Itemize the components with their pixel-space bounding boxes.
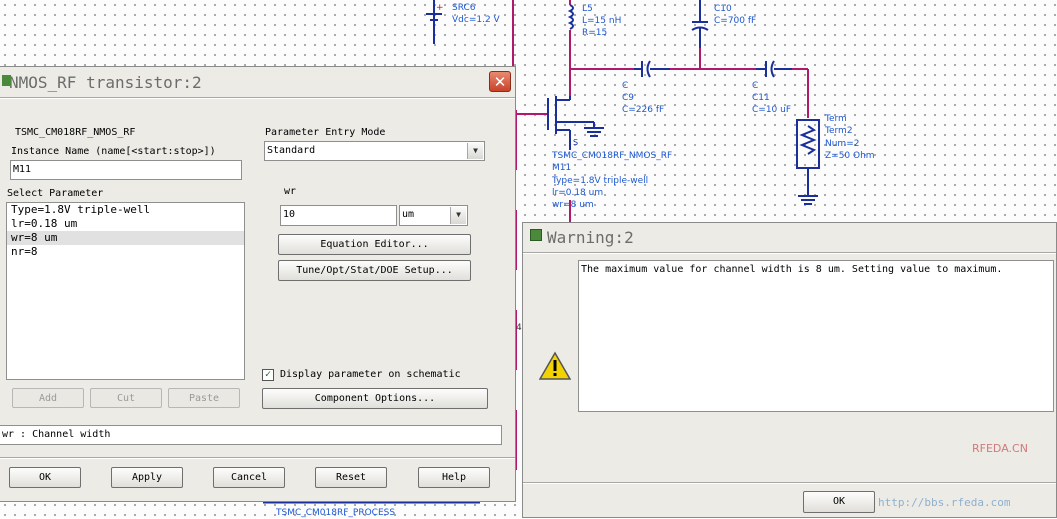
parameter-item-wr[interactable]: wr=8 um <box>7 231 244 245</box>
watermark-brand: RFEDA.CN <box>972 442 1028 455</box>
instance-name-label: Instance Name (name[<start:stop>]) <box>11 146 216 157</box>
src6-name: SRC6 <box>452 3 476 13</box>
parameter-dialog[interactable]: NMOS_RF transistor:2 ✕ TSMC_CM018RF_NMOS… <box>0 66 516 502</box>
transistor-type: Type=1.8V triple-well <box>552 176 649 186</box>
close-icon[interactable]: ✕ <box>489 71 511 92</box>
chevron-down-icon[interactable]: ▼ <box>450 207 466 224</box>
l5-inductance: L=15 nH <box>582 16 622 26</box>
c10-name: C10 <box>714 4 732 14</box>
warning-dialog-title: Warning:2 <box>547 228 634 247</box>
parameter-dialog-titlebar[interactable]: NMOS_RF transistor:2 ✕ <box>0 67 515 97</box>
cut-button[interactable]: Cut <box>90 388 162 408</box>
entry-mode-select[interactable]: Standard ▼ <box>264 141 485 161</box>
transistor-lr: lr=0.18 um <box>552 188 604 198</box>
transistor-wr: wr=8 um <box>552 200 594 210</box>
warning-icon <box>539 351 571 380</box>
add-button[interactable]: Add <box>12 388 84 408</box>
param-value-input[interactable]: 10 <box>280 205 397 226</box>
parameter-item-lr[interactable]: lr=0.18 um <box>7 217 244 231</box>
app-icon <box>530 229 542 241</box>
c9-name: C9 <box>622 93 635 103</box>
entry-mode-label: Parameter Entry Mode <box>265 127 386 138</box>
transistor-name: M11 <box>552 163 572 173</box>
term2-num: Num=2 <box>825 139 860 149</box>
reset-button[interactable]: Reset <box>315 467 387 488</box>
c11-name: C11 <box>752 93 770 103</box>
warning-ok-button[interactable]: OK <box>803 491 875 513</box>
src6-vdc: Vdc=1.2 V <box>452 15 500 25</box>
term2-type: Term <box>825 114 847 124</box>
tune-opt-button[interactable]: Tune/Opt/Stat/DOE Setup... <box>278 260 471 281</box>
l5-name: L5 <box>582 4 593 14</box>
instance-name-input[interactable]: M11 <box>10 160 242 180</box>
display-parameter-checkbox[interactable]: ✓ <box>262 369 274 381</box>
watermark-url: http://bbs.rfeda.com <box>878 496 1011 509</box>
entry-mode-value: Standard <box>267 145 316 156</box>
parameter-item-nr[interactable]: nr=8 <box>7 245 244 259</box>
process-label: TSMC_CM018RF_PROCESS <box>276 508 396 518</box>
warning-dialog[interactable]: Warning:2 The maximum value for channel … <box>522 222 1057 518</box>
cancel-button[interactable]: Cancel <box>213 467 285 488</box>
transistor-model: TSMC_CM018RF_NMOS_RF <box>552 151 673 161</box>
term2-name: Term2 <box>825 126 853 136</box>
parameter-dialog-title: NMOS_RF transistor:2 <box>9 73 202 92</box>
l5-resistance: R=15 <box>582 28 608 38</box>
display-parameter-label: Display parameter on schematic <box>280 369 461 380</box>
svg-text:+: + <box>436 3 444 13</box>
term2-impedance: Z=50 Ohm <box>825 151 875 161</box>
c11-type: C <box>752 81 759 91</box>
param-unit-value: um <box>402 209 415 220</box>
param-unit-select[interactable]: um ▼ <box>399 205 468 226</box>
parameter-description: wr : Channel width <box>0 425 502 445</box>
param-name-label: wr <box>284 186 297 197</box>
c9-type: C <box>622 81 629 91</box>
equation-editor-button[interactable]: Equation Editor... <box>278 234 471 255</box>
help-button[interactable]: Help <box>418 467 490 488</box>
stray-label: 4 <box>516 323 522 333</box>
app-icon <box>2 75 11 86</box>
chevron-down-icon[interactable]: ▼ <box>467 143 483 159</box>
warning-message: The maximum value for channel width is 8… <box>578 260 1054 412</box>
apply-button[interactable]: Apply <box>111 467 183 488</box>
component-options-button[interactable]: Component Options... <box>262 388 488 409</box>
parameter-item-type[interactable]: Type=1.8V triple-well <box>7 203 244 217</box>
paste-button[interactable]: Paste <box>168 388 240 408</box>
component-name: TSMC_CM018RF_NMOS_RF <box>15 127 136 138</box>
select-parameter-label: Select Parameter <box>7 188 104 199</box>
c11-value: C=10 uF <box>752 105 792 115</box>
transistor-pin-s: S <box>573 138 579 147</box>
warning-dialog-titlebar[interactable]: Warning:2 <box>523 223 1056 253</box>
c9-value: C=226 fF <box>622 105 665 115</box>
c10-value: C=700 fF <box>714 16 757 26</box>
parameter-list[interactable]: Type=1.8V triple-well lr=0.18 um wr=8 um… <box>6 202 245 380</box>
ok-button[interactable]: OK <box>9 467 81 488</box>
